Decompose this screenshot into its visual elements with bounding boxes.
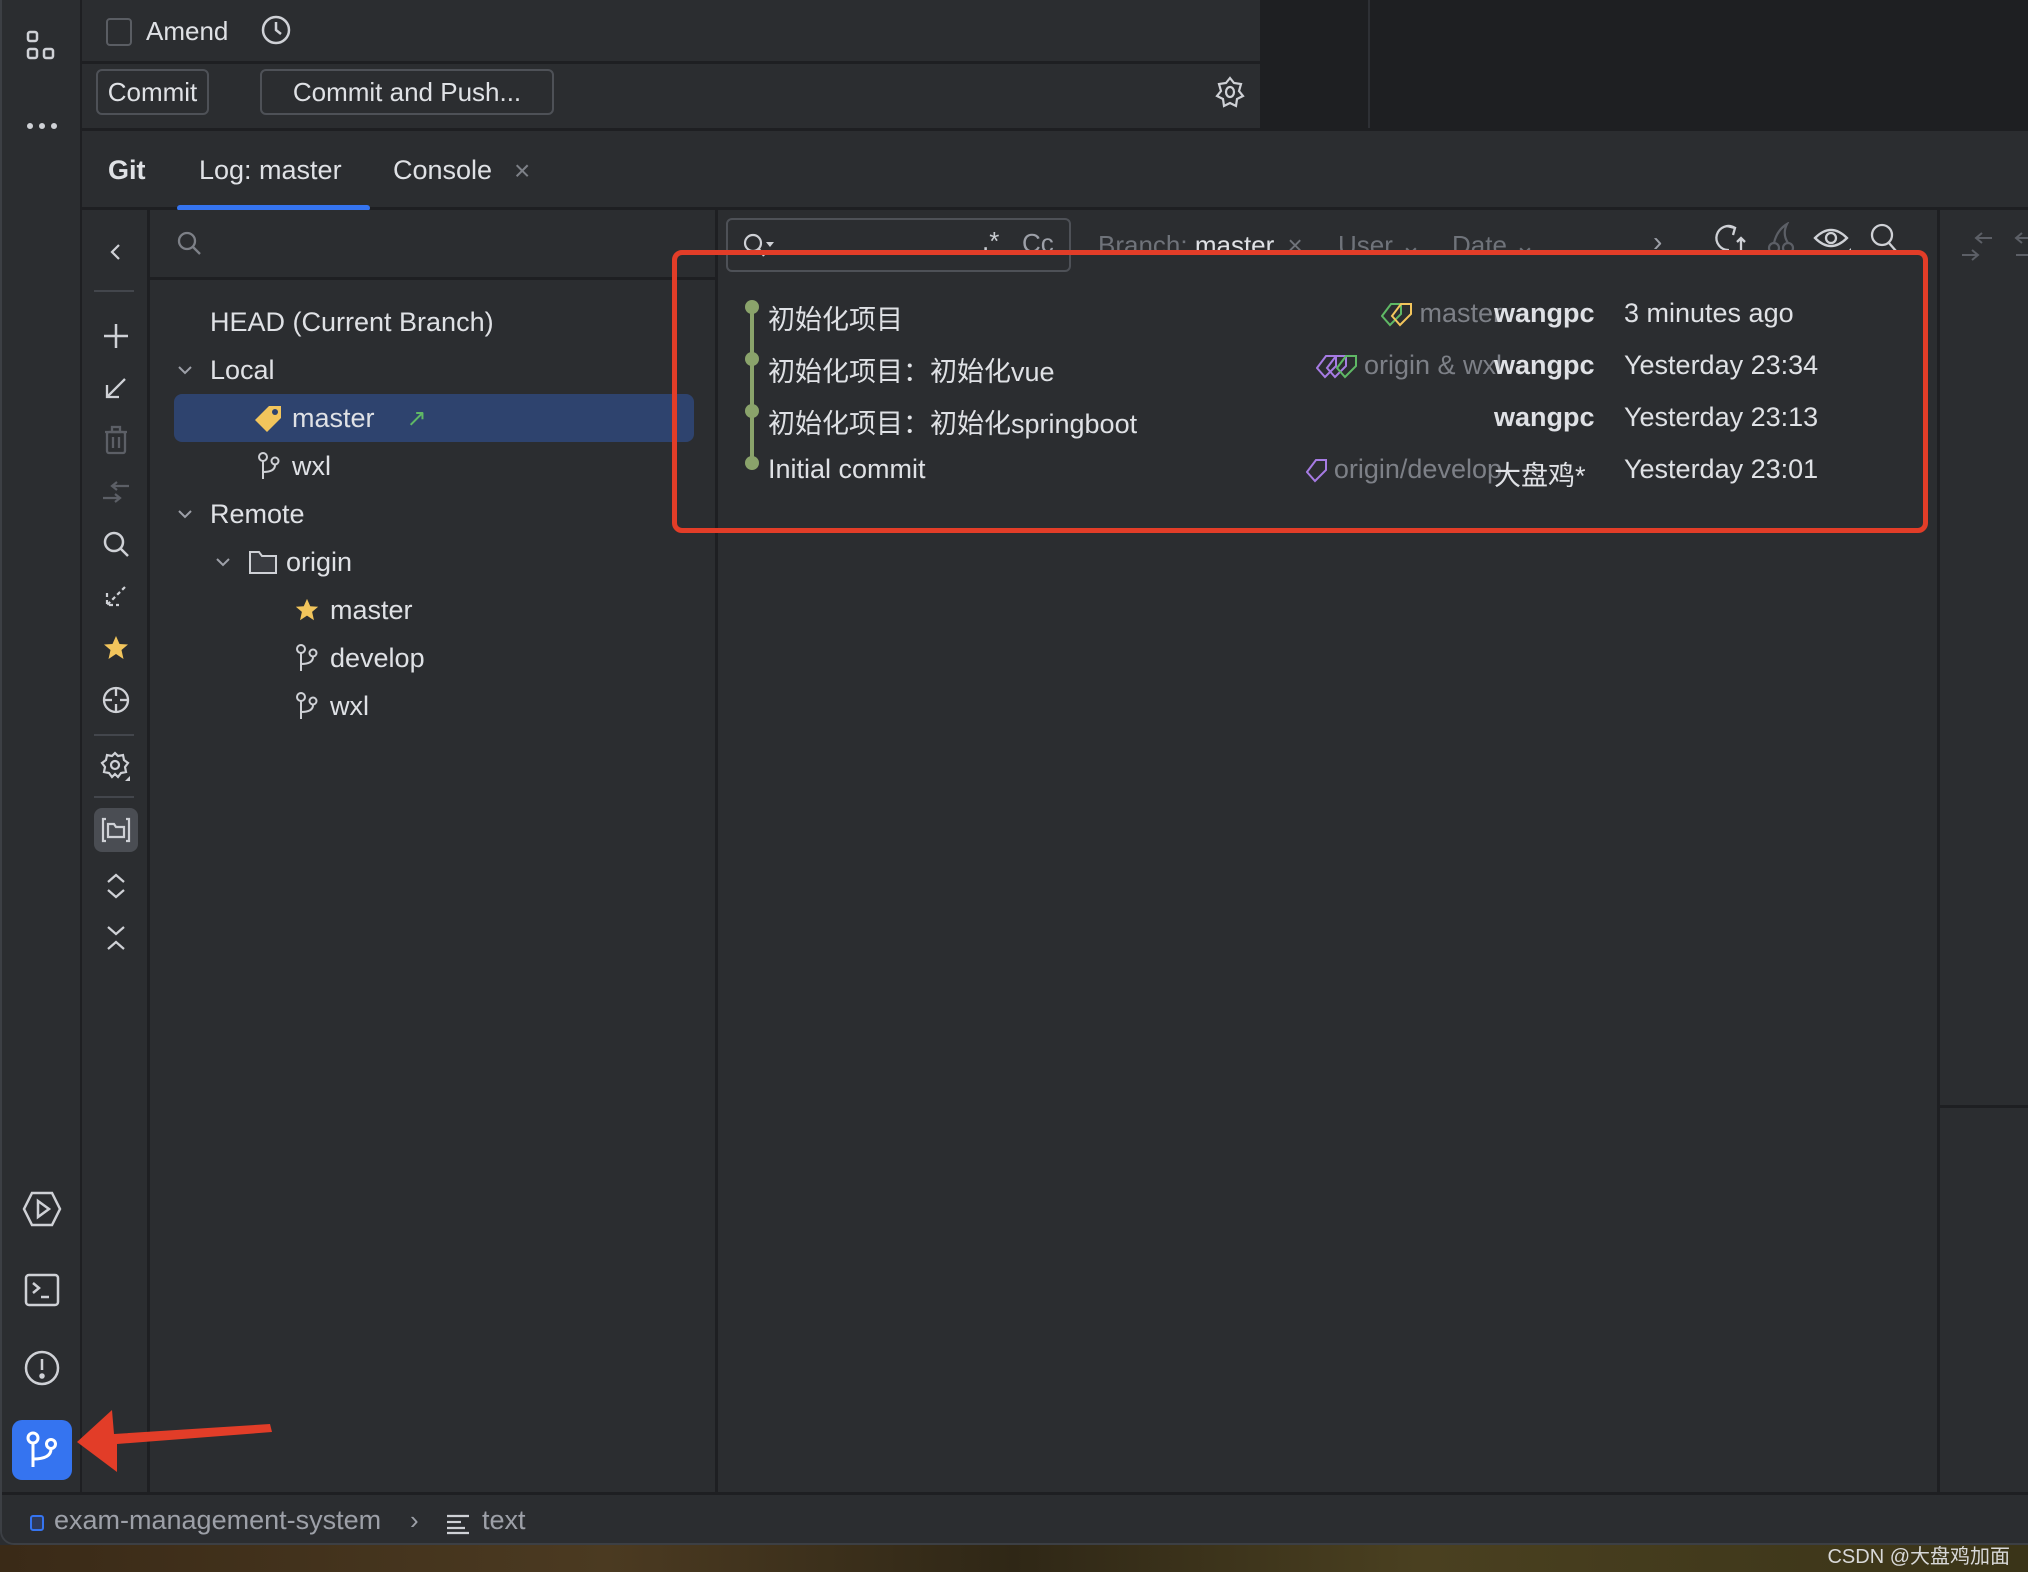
search-icon[interactable] <box>96 524 136 564</box>
editor-area <box>1260 0 2028 128</box>
branch-icon <box>254 451 284 481</box>
commit-panel: Amend Commit Commit and Push... <box>82 0 1260 128</box>
divider <box>1368 0 1370 128</box>
search-icon <box>176 230 202 256</box>
new-branch-plus-icon[interactable] <box>96 316 136 356</box>
chevron-down-icon[interactable] <box>212 557 234 567</box>
annotation-arrow-icon <box>77 1410 272 1472</box>
branch-search-input[interactable] <box>150 210 718 280</box>
folder-icon <box>248 549 278 575</box>
branches-panel: HEAD (Current Branch) Local master ↗ wxl… <box>150 210 718 1492</box>
git-tool-window-icon[interactable] <box>12 1420 72 1480</box>
collapse-details-arrow-icon[interactable] <box>2010 230 2028 264</box>
breadcrumb-project[interactable]: exam-management-system <box>54 1505 381 1536</box>
terminal-icon[interactable] <box>16 1264 68 1316</box>
project-structure-icon[interactable] <box>16 20 68 72</box>
text-file-icon <box>445 1513 471 1535</box>
close-console-tab-icon[interactable]: × <box>514 155 530 187</box>
tree-item-local-master[interactable]: master ↗ <box>174 394 694 442</box>
tree-item-label: master <box>330 594 413 625</box>
compare-arrows-icon[interactable] <box>96 472 136 512</box>
branch-icon <box>292 691 322 721</box>
tab-git[interactable]: Git <box>108 155 146 186</box>
services-icon[interactable] <box>16 1183 68 1235</box>
tree-item-head[interactable]: HEAD (Current Branch) <box>174 298 694 346</box>
project-module-icon <box>30 1515 44 1531</box>
annotation-highlight-box <box>672 250 1928 533</box>
tree-group-label: origin <box>286 546 353 577</box>
tree-item-label: wxl <box>330 690 369 721</box>
amend-label[interactable]: Amend <box>146 16 228 47</box>
tab-log-master[interactable]: Log: master <box>199 155 342 186</box>
tree-group-remote[interactable]: Remote <box>174 490 694 538</box>
tree-item-label: wxl <box>292 450 331 481</box>
collapse-panel-chevron-left-icon[interactable] <box>96 232 136 272</box>
tree-item-origin-develop[interactable]: develop <box>174 634 694 682</box>
commit-settings-gear-icon[interactable] <box>1215 76 1245 108</box>
divider <box>1940 1105 2028 1108</box>
desktop-wallpaper <box>0 1545 2028 1572</box>
problems-icon[interactable] <box>16 1342 68 1394</box>
separator <box>94 290 134 292</box>
settings-gear-icon[interactable] <box>96 746 136 786</box>
delete-trash-icon[interactable] <box>96 420 136 460</box>
tree-item-label: develop <box>330 642 425 673</box>
amend-checkbox[interactable] <box>106 18 132 46</box>
outgoing-commits-arrow-icon: ↗ <box>406 404 427 432</box>
expand-details-arrows-icon[interactable] <box>1962 230 2002 264</box>
separator <box>94 796 134 798</box>
branches-toolbar <box>82 210 150 1492</box>
update-arrow-icon[interactable] <box>96 368 136 408</box>
breadcrumb-separator-chevron-icon: › <box>410 1505 419 1535</box>
collapse-all-icon[interactable] <box>96 918 136 958</box>
fetch-arrow-icon[interactable] <box>96 576 136 616</box>
expand-all-icon[interactable] <box>96 866 136 906</box>
tree-item-origin-wxl[interactable]: wxl <box>174 682 694 730</box>
left-tool-stripe <box>2 0 82 1492</box>
tree-item-label: master <box>292 402 375 433</box>
tree-item-local-wxl[interactable]: wxl <box>174 442 694 490</box>
tree-item-label: HEAD (Current Branch) <box>210 306 494 337</box>
details-panel-strip <box>1937 210 2028 1492</box>
status-bar: exam-management-system › text <box>2 1492 2028 1543</box>
star-icon <box>292 597 322 623</box>
tab-console[interactable]: Console <box>393 155 492 186</box>
commit-button[interactable]: Commit <box>96 69 209 115</box>
commit-and-push-button[interactable]: Commit and Push... <box>260 69 554 115</box>
tree-group-label: Remote <box>210 498 305 529</box>
favorite-star-icon[interactable] <box>96 628 136 668</box>
branch-icon <box>292 643 322 673</box>
tree-group-local[interactable]: Local <box>174 346 694 394</box>
chevron-down-icon[interactable] <box>174 365 196 375</box>
commit-history-icon[interactable] <box>260 14 292 46</box>
tree-item-origin-master[interactable]: master <box>174 586 694 634</box>
current-branch-tag-icon <box>254 404 284 432</box>
separator <box>94 734 134 736</box>
navigate-crosshair-icon[interactable] <box>96 680 136 720</box>
tree-group-origin[interactable]: origin <box>174 538 694 586</box>
more-tools-icon[interactable] <box>16 100 68 152</box>
ide-window: Amend Commit Commit and Push... Git Log:… <box>0 0 2028 1545</box>
git-tool-window-tabs: Git Log: master Console × <box>82 128 2028 211</box>
group-by-directory-icon[interactable] <box>94 808 138 852</box>
tree-group-label: Local <box>210 354 275 385</box>
breadcrumb-file[interactable]: text <box>482 1505 526 1536</box>
chevron-down-icon[interactable] <box>174 509 196 519</box>
